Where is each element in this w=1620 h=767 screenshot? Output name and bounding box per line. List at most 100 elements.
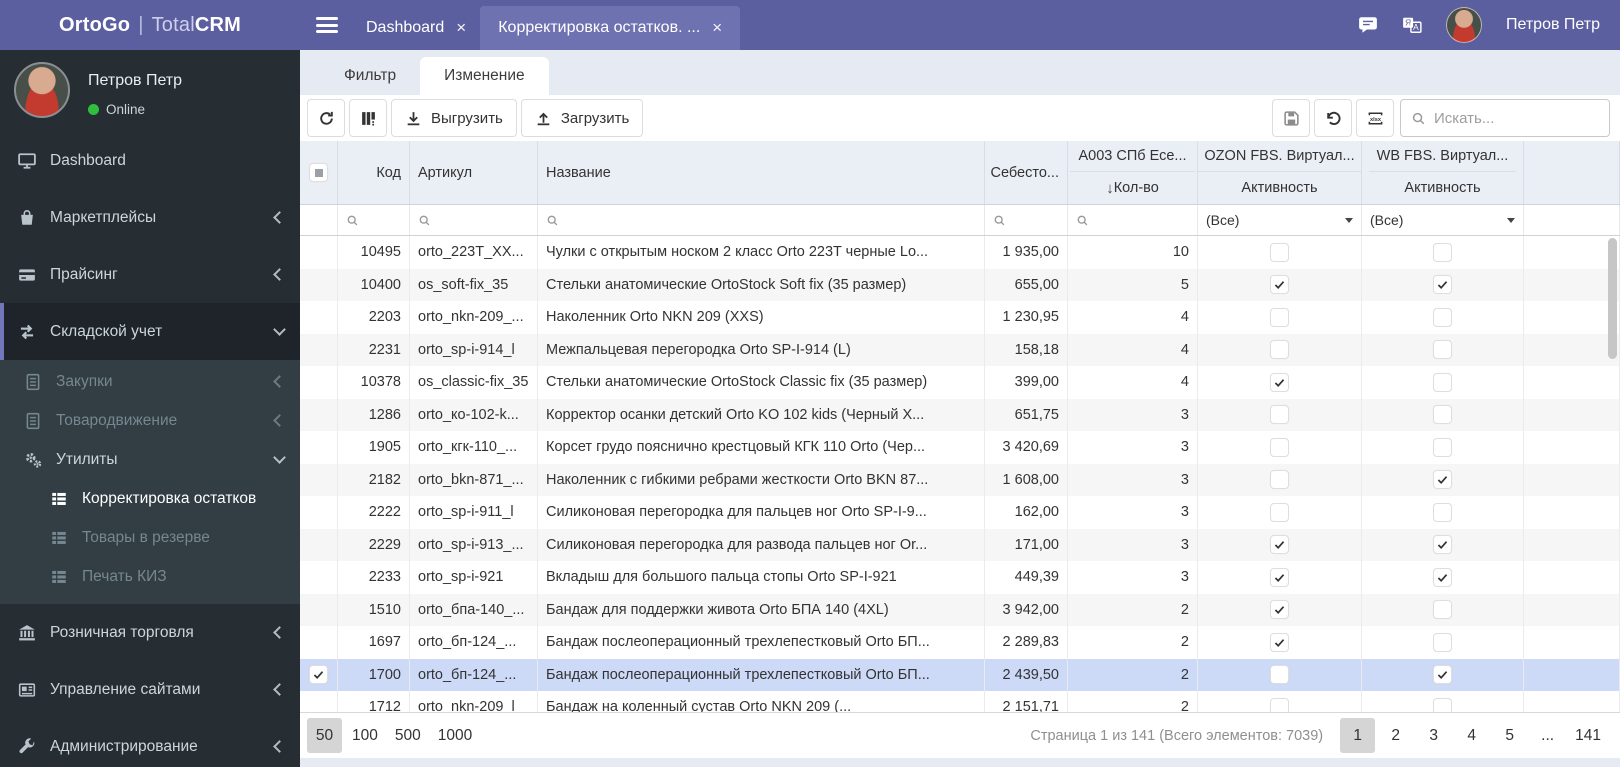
row-select-cell[interactable] (300, 561, 338, 594)
row-select-cell[interactable] (300, 236, 338, 269)
ozon-activity-checkbox[interactable] (1270, 405, 1289, 425)
vertical-scrollbar-thumb[interactable] (1608, 238, 1617, 359)
wb-activity-checkbox[interactable] (1433, 242, 1452, 262)
row-select-cell[interactable] (300, 691, 338, 712)
ozon-activity-checkbox[interactable] (1270, 340, 1289, 360)
top-tab-dashboard[interactable]: Dashboard × (352, 6, 480, 50)
wb-activity-checkbox[interactable] (1433, 567, 1452, 587)
wb-activity-checkbox[interactable] (1433, 697, 1452, 712)
column-header-qty[interactable]: Кол-во (1098, 172, 1167, 204)
row-select-cell[interactable] (300, 301, 338, 334)
column-header-ozon-activity[interactable]: Активность (1233, 172, 1325, 204)
row-select-cell[interactable] (300, 366, 338, 399)
wb-activity-checkbox[interactable] (1433, 470, 1452, 490)
wb-activity-checkbox[interactable] (1433, 502, 1452, 522)
ozon-activity-checkbox[interactable] (1270, 307, 1289, 327)
sidebar-item-reserved-goods[interactable]: Товары в резерве (0, 518, 300, 557)
user-menu[interactable]: Петров Петр (1506, 16, 1600, 34)
table-row[interactable]: 1905 orto_кгк-110_... Корсет грудо пояснич… (300, 431, 1620, 464)
filter-qty[interactable] (1068, 205, 1198, 235)
sidebar-toggle-icon[interactable] (316, 17, 338, 33)
table-row[interactable]: 1510 orto_бпа-140_... Бандаж для поддержки… (300, 593, 1620, 626)
tab-filter[interactable]: Фильтр (320, 57, 420, 95)
page-4[interactable]: 4 (1454, 718, 1489, 753)
table-row[interactable]: 1712 orto_nkn-209_l Бандаж на коленный сус… (300, 691, 1620, 712)
filter-sku[interactable] (410, 205, 538, 235)
table-row[interactable]: 2182 orto_bkn-871_... Наколенник с гибкими… (300, 463, 1620, 496)
table-row[interactable]: 10495 orto_223T_XX... Чулки с открытым нос… (300, 236, 1620, 269)
search-input[interactable] (1434, 109, 1599, 127)
column-header-cost[interactable]: Себесто... (985, 141, 1068, 204)
column-header-wb-activity[interactable]: Активность (1396, 172, 1488, 204)
page-size-500[interactable]: 500 (388, 718, 428, 753)
column-header-code[interactable]: Код (338, 141, 410, 204)
top-tab-stock-correction[interactable]: Корректировка остатков. ... × (480, 6, 741, 50)
sidebar-item-pricing[interactable]: Прайсинг (0, 246, 300, 303)
sidebar-item-kiz-print[interactable]: Печать КИЗ (0, 557, 300, 596)
row-select-cell[interactable] (300, 398, 338, 431)
page-size-1000[interactable]: 1000 (431, 718, 479, 753)
column-chooser-button[interactable] (349, 99, 387, 137)
table-row[interactable]: 2231 orto_sp-i-914_l Межпальцевая перегоро… (300, 333, 1620, 366)
row-select-cell[interactable] (300, 626, 338, 659)
page-1[interactable]: 1 (1340, 718, 1376, 753)
ozon-activity-checkbox[interactable] (1270, 242, 1289, 262)
ozon-activity-checkbox[interactable] (1270, 470, 1289, 490)
wb-activity-filter-select[interactable]: (Все) (1362, 205, 1524, 235)
wb-activity-checkbox[interactable] (1433, 437, 1452, 457)
wb-activity-checkbox[interactable] (1433, 535, 1452, 555)
sidebar-item-utilities[interactable]: Утилиты (0, 440, 300, 479)
wb-activity-checkbox[interactable] (1433, 632, 1452, 652)
column-header-sku[interactable]: Артикул (410, 141, 538, 204)
table-row[interactable]: 2222 orto_sp-i-911_l Силиконовая перегород… (300, 496, 1620, 529)
ozon-activity-checkbox[interactable] (1270, 600, 1289, 620)
sidebar-item-stock-correction[interactable]: Корректировка остатков (0, 479, 300, 518)
ozon-activity-checkbox[interactable] (1270, 372, 1289, 392)
filter-code[interactable] (338, 205, 410, 235)
page-141[interactable]: 141 (1568, 718, 1608, 753)
page-size-50[interactable]: 50 (307, 718, 342, 753)
ozon-activity-checkbox[interactable] (1270, 665, 1289, 685)
export-button[interactable]: Выгрузить (391, 99, 517, 137)
table-row[interactable]: 10400 os_soft-fix_35 Стельки анатомические… (300, 268, 1620, 301)
row-select-cell[interactable] (300, 528, 338, 561)
import-button[interactable]: Загрузить (520, 99, 644, 137)
table-row[interactable]: 2203 orto_nkn-209_... Наколенник Orto NKN … (300, 301, 1620, 334)
sidebar-item-goods-movement[interactable]: Товародвижение (0, 401, 300, 440)
filter-name[interactable] (538, 205, 985, 235)
close-icon[interactable]: × (712, 18, 722, 38)
table-row[interactable]: 1286 orto_ко-102-k... Корректор осанки дет… (300, 398, 1620, 431)
user-avatar[interactable] (14, 62, 70, 118)
row-select-cell[interactable] (300, 463, 338, 496)
sidebar-item-dashboard[interactable]: Dashboard (0, 132, 300, 189)
row-select-cell[interactable] (300, 268, 338, 301)
table-row[interactable]: 2229 orto_sp-i-913_... Силиконовая перегор… (300, 528, 1620, 561)
wb-activity-checkbox[interactable] (1433, 600, 1452, 620)
column-group-header-ozon[interactable]: OZON FBS. Виртуал... (1198, 141, 1361, 172)
close-icon[interactable]: × (456, 18, 466, 38)
row-select-cell[interactable] (300, 593, 338, 626)
sidebar-item-administration[interactable]: Администрирование (0, 718, 300, 767)
ozon-activity-filter-select[interactable]: (Все) (1198, 205, 1362, 235)
sidebar-item-retail[interactable]: Розничная торговля (0, 604, 300, 661)
row-select-checkbox[interactable] (309, 665, 328, 685)
tab-changes[interactable]: Изменение (420, 57, 549, 95)
user-avatar[interactable] (1445, 7, 1482, 43)
ozon-activity-checkbox[interactable] (1270, 567, 1289, 587)
select-all-checkbox[interactable] (309, 163, 328, 182)
column-header-name[interactable]: Название (538, 141, 985, 204)
sidebar-item-site-management[interactable]: Управление сайтами (0, 661, 300, 718)
wb-activity-checkbox[interactable] (1433, 275, 1452, 295)
ozon-activity-checkbox[interactable] (1270, 437, 1289, 457)
wb-activity-checkbox[interactable] (1433, 307, 1452, 327)
page-3[interactable]: 3 (1416, 718, 1451, 753)
page-2[interactable]: 2 (1378, 718, 1413, 753)
wb-activity-checkbox[interactable] (1433, 340, 1452, 360)
wb-activity-checkbox[interactable] (1433, 405, 1452, 425)
table-row[interactable]: 1700 orto_бп-124_... Бандаж послеоперацион… (300, 658, 1620, 691)
ozon-activity-checkbox[interactable] (1270, 275, 1289, 295)
table-row[interactable]: 10378 os_classic-fix_35 Стельки анатомичес… (300, 366, 1620, 399)
ozon-activity-checkbox[interactable] (1270, 632, 1289, 652)
save-button[interactable] (1272, 99, 1310, 137)
refresh-button[interactable] (307, 99, 345, 137)
